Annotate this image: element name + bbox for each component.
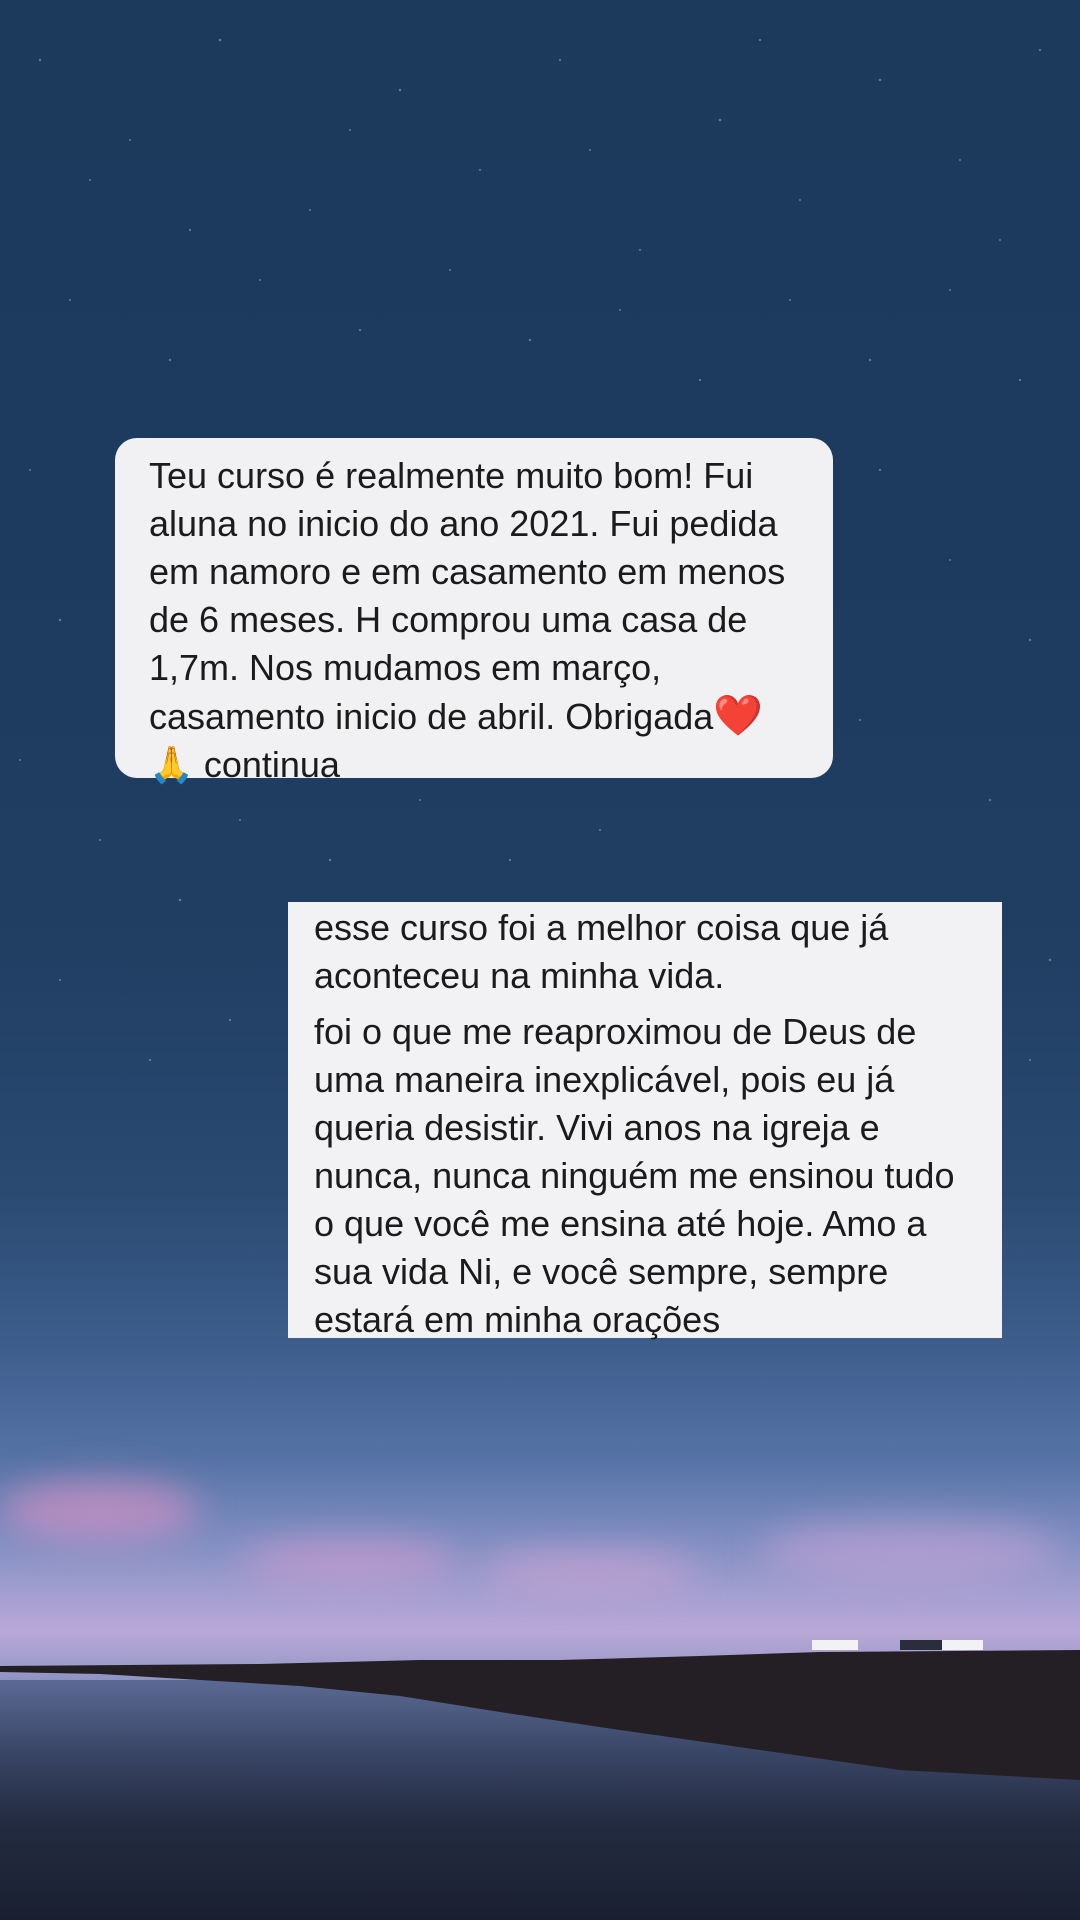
message-1-last-line: continua [203, 744, 340, 785]
message-2-paragraph-1: esse curso foi a melhor coisa que já aco… [314, 907, 889, 996]
message-1-line-1: Teu curso é realmente muito bom! Fui [149, 455, 754, 496]
message-1-line-7: 🙏 continua [149, 741, 803, 789]
praying-hands-emoji-icon: 🙏 [149, 744, 194, 785]
message-1-line-4: de 6 meses. H comprou uma casa de [149, 599, 748, 640]
pink-cloud-center [480, 1550, 700, 1590]
pink-cloud-mid [240, 1540, 460, 1580]
message-1-line-6: casamento inicio de abril. Obrigada❤️ [149, 692, 803, 741]
message-bubble-2: esse curso foi a melhor coisa que já aco… [288, 902, 1002, 1340]
message-1-line-6-text: casamento inicio de abril. Obrigada [149, 696, 714, 737]
pink-cloud-right [760, 1520, 1060, 1580]
message-2-paragraph-2: foi o que me reaproximou de Deus de uma … [314, 1011, 955, 1340]
message-bubble-1: Teu curso é realmente muito bom! Fui alu… [115, 438, 833, 785]
message-1-line-3: em namoro e em casamento em menos [149, 551, 786, 592]
message-1-line-5: 1,7m. Nos mudamos em março, [149, 647, 662, 688]
message-1-line-2: aluna no inicio do ano 2021. Fui pedida [149, 503, 778, 544]
heart-emoji-icon: ❤️ [713, 694, 764, 738]
pink-cloud-left [0, 1480, 200, 1540]
shoreline-with-houses [0, 1640, 1080, 1780]
